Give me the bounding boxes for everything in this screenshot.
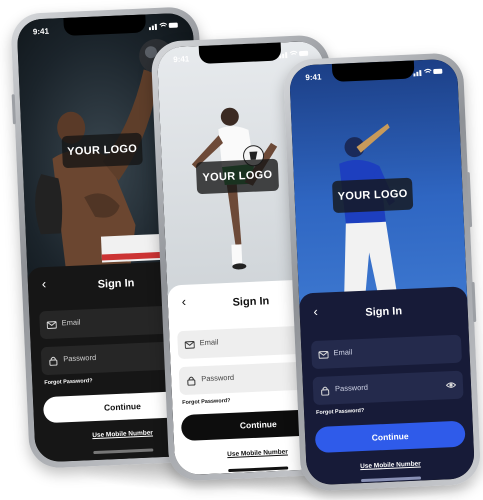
password-field[interactable]: Password [312, 370, 464, 406]
password-placeholder: Password [201, 372, 235, 384]
email-placeholder: Email [199, 337, 219, 348]
forgot-password-link[interactable]: Forgot Password? [182, 398, 230, 406]
battery-icon [299, 50, 309, 57]
side-button [471, 281, 477, 323]
lock-icon [187, 376, 196, 386]
password-placeholder: Password [63, 352, 97, 364]
logo-placeholder: YOUR LOGO [61, 132, 143, 169]
sign-in-title: Sign In [365, 305, 403, 319]
eye-icon[interactable] [445, 380, 457, 390]
mail-icon [46, 321, 57, 329]
email-placeholder: Email [333, 347, 353, 358]
phone-mockup-baseball: 9:41 YOUR LOGO ‹ Sign In Email Password … [282, 52, 482, 492]
email-placeholder: Email [61, 317, 81, 328]
notch [63, 14, 147, 36]
lock-icon [321, 386, 330, 396]
status-icons [413, 67, 443, 77]
home-indicator [228, 466, 289, 473]
continue-button[interactable]: Continue [314, 420, 466, 454]
email-field[interactable]: Email [310, 334, 463, 370]
password-placeholder: Password [334, 382, 369, 394]
forgot-password-link[interactable]: Forgot Password? [44, 378, 92, 386]
mail-icon [318, 350, 329, 359]
mail-icon [184, 341, 195, 349]
logo-placeholder: YOUR LOGO [195, 158, 280, 195]
wifi-icon [289, 50, 298, 55]
status-time: 9:41 [32, 26, 50, 37]
wifi-icon [159, 22, 168, 27]
forgot-password-link[interactable]: Forgot Password? [316, 408, 364, 416]
battery-icon [433, 68, 443, 75]
status-time: 9:41 [305, 72, 322, 83]
status-icons [148, 21, 179, 31]
signal-icon [148, 23, 157, 31]
notch [198, 42, 282, 64]
lock-icon [49, 356, 58, 366]
home-indicator [361, 476, 422, 483]
signal-icon [279, 52, 288, 59]
home-indicator [93, 448, 154, 455]
notch [331, 60, 415, 82]
status-time: 9:41 [173, 54, 190, 65]
sign-in-sheet: ‹ Sign In Email Password Forgot Password… [298, 286, 476, 486]
wifi-icon [423, 68, 432, 73]
power-button [466, 172, 473, 228]
status-icons [279, 49, 309, 59]
logo-placeholder: YOUR LOGO [331, 177, 414, 214]
battery-icon [168, 22, 178, 28]
volume-button [11, 94, 16, 125]
screen: 9:41 YOUR LOGO ‹ Sign In Email Password … [288, 58, 476, 486]
signal-icon [413, 70, 422, 77]
use-mobile-number-link[interactable]: Use Mobile Number [306, 458, 474, 472]
